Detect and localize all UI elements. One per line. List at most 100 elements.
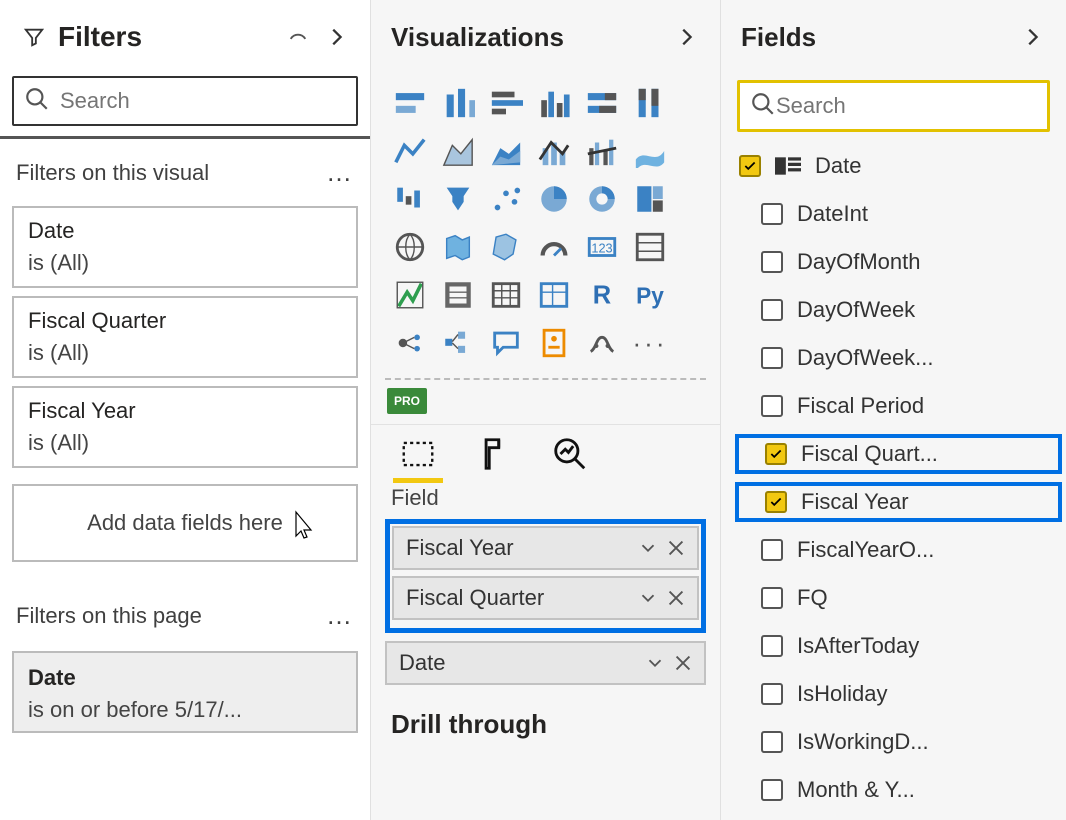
field-well[interactable]: Date: [385, 641, 706, 685]
close-icon[interactable]: [665, 587, 687, 609]
viz-type-more[interactable]: ···: [629, 322, 671, 364]
viz-type-kpi[interactable]: [389, 274, 431, 316]
well-name: Fiscal Year: [406, 535, 514, 561]
fields-search[interactable]: [737, 80, 1050, 132]
viz-type-paginated[interactable]: [533, 322, 575, 364]
collapse-icon[interactable]: [322, 23, 350, 51]
filters-search[interactable]: [12, 76, 358, 126]
filter-card[interactable]: Date is (All): [12, 206, 358, 288]
field-row[interactable]: Fiscal Quart...: [735, 434, 1062, 474]
viz-type-map[interactable]: [389, 226, 431, 268]
checkbox-icon[interactable]: [761, 731, 783, 753]
pro-visuals-row[interactable]: PRO: [371, 380, 720, 424]
viz-type-line-clustered-column[interactable]: [581, 130, 623, 172]
checkbox-icon[interactable]: [761, 299, 783, 321]
filter-card[interactable]: Fiscal Quarter is (All): [12, 296, 358, 378]
filter-state: is on or before 5/17/...: [28, 697, 342, 723]
field-well[interactable]: Fiscal Quarter: [392, 576, 699, 620]
viz-type-decomposition[interactable]: [437, 322, 479, 364]
viz-type-arcgis[interactable]: [581, 322, 623, 364]
checkbox-checked-icon[interactable]: [765, 443, 787, 465]
viz-type-clustered-bar[interactable]: [485, 82, 527, 124]
viz-type-funnel[interactable]: [437, 178, 479, 220]
field-row[interactable]: IsAfterToday: [735, 626, 1062, 666]
viz-type-stacked-bar[interactable]: [389, 82, 431, 124]
field-row[interactable]: FiscalYearO...: [735, 530, 1062, 570]
chevron-down-icon[interactable]: [637, 587, 659, 609]
field-row[interactable]: DateInt: [735, 194, 1062, 234]
viz-type-100-stacked-column[interactable]: [629, 82, 671, 124]
add-filter-well[interactable]: Add data fields here: [12, 484, 358, 562]
field-row[interactable]: IsWorkingD...: [735, 722, 1062, 762]
field-row[interactable]: FQ: [735, 578, 1062, 618]
filters-search-input[interactable]: [60, 88, 348, 114]
viz-type-line-stacked-column[interactable]: [533, 130, 575, 172]
field-well[interactable]: Fiscal Year: [392, 526, 699, 570]
viz-type-ribbon[interactable]: [629, 130, 671, 172]
section-menu-icon[interactable]: …: [326, 600, 354, 631]
viz-type-gauge[interactable]: [533, 226, 575, 268]
viz-type-slicer[interactable]: [437, 274, 479, 316]
viz-type-donut[interactable]: [581, 178, 623, 220]
viz-type-matrix[interactable]: [533, 274, 575, 316]
analytics-tab-icon[interactable]: [551, 435, 589, 473]
checkbox-icon[interactable]: [761, 683, 783, 705]
viz-type-shape-map[interactable]: [485, 226, 527, 268]
format-tab-icon[interactable]: [475, 435, 513, 473]
checkbox-checked-icon[interactable]: [739, 155, 761, 177]
preview-icon[interactable]: [284, 23, 312, 51]
field-row[interactable]: DayOfWeek: [735, 290, 1062, 330]
field-name: FiscalYearO...: [797, 537, 934, 563]
close-icon[interactable]: [672, 652, 694, 674]
checkbox-icon[interactable]: [761, 203, 783, 225]
checkbox-icon[interactable]: [761, 395, 783, 417]
field-row[interactable]: DayOfWeek...: [735, 338, 1062, 378]
viz-type-qna[interactable]: [485, 322, 527, 364]
field-row[interactable]: Fiscal Period: [735, 386, 1062, 426]
viz-type-pie[interactable]: [533, 178, 575, 220]
filters-page-section: Filters on this page …: [0, 596, 370, 641]
checkbox-checked-icon[interactable]: [765, 491, 787, 513]
checkbox-icon[interactable]: [761, 539, 783, 561]
field-name: DayOfMonth: [797, 249, 921, 275]
fields-tab-icon[interactable]: [399, 435, 437, 473]
viz-type-py-visual[interactable]: Py: [629, 274, 671, 316]
page-filter-card[interactable]: Date is on or before 5/17/...: [12, 651, 358, 733]
close-icon[interactable]: [665, 537, 687, 559]
viz-type-filled-map[interactable]: [437, 226, 479, 268]
checkbox-icon[interactable]: [761, 779, 783, 801]
fields-search-input[interactable]: [776, 93, 1064, 119]
viz-type-line[interactable]: [389, 130, 431, 172]
field-row[interactable]: Fiscal Year: [735, 482, 1062, 522]
collapse-icon[interactable]: [1018, 23, 1046, 51]
table-row[interactable]: Date: [735, 146, 1062, 186]
checkbox-icon[interactable]: [761, 635, 783, 657]
viz-type-treemap[interactable]: [629, 178, 671, 220]
field-row[interactable]: DayOfMonth: [735, 242, 1062, 282]
well-name: Fiscal Quarter: [406, 585, 544, 611]
collapse-icon[interactable]: [672, 23, 700, 51]
field-row[interactable]: IsHoliday: [735, 674, 1062, 714]
add-filter-label: Add data fields here: [87, 510, 283, 535]
checkbox-icon[interactable]: [761, 347, 783, 369]
viz-type-key-influencers[interactable]: [389, 322, 431, 364]
field-name: DayOfWeek...: [797, 345, 934, 371]
field-row[interactable]: Month & Y...: [735, 770, 1062, 810]
chevron-down-icon[interactable]: [637, 537, 659, 559]
checkbox-icon[interactable]: [761, 587, 783, 609]
viz-type-stacked-column[interactable]: [437, 82, 479, 124]
viz-type-clustered-column[interactable]: [533, 82, 575, 124]
viz-type-multi-row-card[interactable]: [629, 226, 671, 268]
viz-type-table[interactable]: [485, 274, 527, 316]
section-menu-icon[interactable]: …: [326, 157, 354, 188]
viz-type-scatter[interactable]: [485, 178, 527, 220]
checkbox-icon[interactable]: [761, 251, 783, 273]
filter-card[interactable]: Fiscal Year is (All): [12, 386, 358, 468]
chevron-down-icon[interactable]: [644, 652, 666, 674]
viz-type-stacked-area[interactable]: [485, 130, 527, 172]
viz-type-area[interactable]: [437, 130, 479, 172]
viz-type-100-stacked-bar[interactable]: [581, 82, 623, 124]
viz-type-waterfall[interactable]: [389, 178, 431, 220]
viz-type-card[interactable]: 123: [581, 226, 623, 268]
viz-type-r-visual[interactable]: R: [581, 274, 623, 316]
